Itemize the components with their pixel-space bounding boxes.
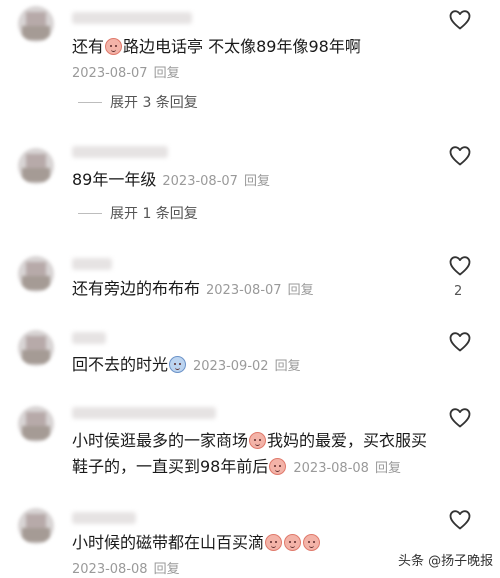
comment-date: 2023-08-08 [293,461,369,476]
reply-button[interactable]: 回复 [154,66,180,81]
smiling-face-emoji-icon [249,432,267,449]
smiling-face-emoji-icon [265,534,283,551]
comment-text: 小时侯逛最多的一家商场 我妈的最爱，买衣服买 [72,431,428,450]
avatar[interactable] [18,508,54,544]
comment-text: 还有旁边的布布布 2023-08-07 回复 [72,279,314,298]
username[interactable] [72,12,192,24]
heart-outline-icon[interactable] [448,254,472,278]
avatar[interactable] [18,406,54,442]
comment-text-line2: 鞋子的，一直买到98年前后 2023-08-08 回复 [72,457,401,476]
like-count: 2 [454,284,463,299]
avatar[interactable] [18,330,54,366]
reply-button[interactable]: 回复 [275,359,301,374]
username[interactable] [72,146,168,158]
username[interactable] [72,258,112,270]
comment-text: 89年一年级 2023-08-07 回复 [72,170,270,189]
watermark: 头条 @扬子晚报 [398,554,494,569]
username[interactable] [72,332,106,344]
heart-outline-icon[interactable] [448,508,472,532]
comment-date: 2023-08-07 [72,66,148,81]
comment-text: 小时候的磁带都在山百买滴 [72,530,321,556]
heart-outline-icon[interactable] [448,330,472,354]
divider [78,101,102,103]
comment-text: 还有 路边电话亭 不太像89年像98年啊 [72,37,361,56]
smiling-face-emoji-icon [303,534,321,551]
comment-date: 2023-08-07 [162,174,238,189]
reply-button[interactable]: 回复 [375,461,401,476]
username[interactable] [72,407,216,419]
comment-meta: 2023-08-08 回复 [72,558,180,577]
username[interactable] [72,512,136,524]
avatar[interactable] [18,148,54,184]
heart-outline-icon[interactable] [448,406,472,430]
expand-replies-button[interactable]: 展开 1 条回复 [78,203,198,223]
expand-replies-button[interactable]: 展开 3 条回复 [78,92,198,112]
heart-outline-icon[interactable] [448,144,472,168]
comment-text: 回不去的时光 2023-09-02 回复 [72,355,301,374]
reply-button[interactable]: 回复 [244,174,270,189]
smiling-face-emoji-icon [284,534,302,551]
divider [78,212,102,214]
comment-date: 2023-08-08 [72,562,148,577]
avatar[interactable] [18,6,54,42]
reply-button[interactable]: 回复 [288,283,314,298]
smiling-face-emoji-icon [269,458,287,475]
smiling-face-emoji-icon [105,38,123,55]
reply-button[interactable]: 回复 [154,562,180,577]
avatar[interactable] [18,256,54,292]
comment-meta: 2023-08-07 回复 [72,62,180,81]
comment-date: 2023-08-07 [206,283,282,298]
smiling-face-emoji-icon [169,356,187,373]
comment-date: 2023-09-02 [193,359,269,374]
heart-outline-icon[interactable] [448,8,472,32]
